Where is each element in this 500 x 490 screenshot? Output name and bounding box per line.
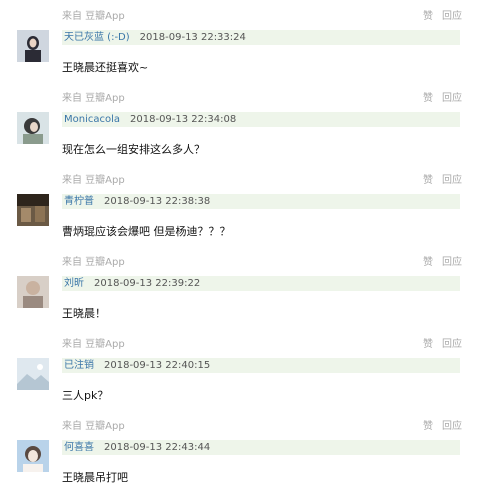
like-link[interactable]: 赞 [423,93,433,104]
like-link[interactable]: 赞 [423,11,433,22]
avatar[interactable] [17,112,49,144]
comment-header-bar: 已注销 2018-09-13 22:40:15 [62,358,460,373]
username-link[interactable]: 青柠普 [64,196,94,207]
comment-header-bar: 青柠普 2018-09-13 22:38:38 [62,194,460,209]
comment-timestamp: 2018-09-13 22:38:38 [104,196,211,207]
avatar-image [17,30,49,62]
comment-actions: 赞回应 [423,420,471,434]
avatar[interactable] [17,30,49,62]
comment-text: 三人pk？ [62,389,109,402]
comment-source: 来自 豆瓣App [62,93,125,104]
comment-header-bar: 何喜喜 2018-09-13 22:43:44 [62,440,460,455]
comment-text: 王晓晨吊打吧 [62,471,128,484]
comment-source: 来自 豆瓣App [62,421,125,432]
comment-source: 来自 豆瓣App [62,11,125,22]
reply-link[interactable]: 回应 [442,339,462,350]
comment-header-bar: 刘昕 2018-09-13 22:39:22 [62,276,460,291]
like-link[interactable]: 赞 [423,257,433,268]
avatar[interactable] [17,276,49,308]
avatar-image [17,194,49,226]
reply-link[interactable]: 回应 [442,175,462,186]
comment-source: 来自 豆瓣App [62,339,125,350]
comment-text: 曹炳琨应该会爆吧 但是杨迪？？？ [62,225,231,238]
avatar[interactable] [17,358,49,390]
avatar-image [17,276,49,308]
comment-timestamp: 2018-09-13 22:34:08 [130,114,237,125]
comment-text: 王晓晨！ [62,307,106,320]
comment-text: 现在怎么一组安排这么多人？ [62,143,205,156]
avatar-image [17,358,49,390]
comment-timestamp: 2018-09-13 22:40:15 [104,360,211,371]
comment-text: 王晓晨还挺喜欢~ [62,61,149,74]
comment-actions: 赞回应 [423,174,471,188]
avatar-image [17,440,49,472]
comment-actions: 赞回应 [423,338,471,352]
comment-actions: 赞回应 [423,92,471,106]
comment-source: 来自 豆瓣App [62,257,125,268]
username-link[interactable]: Monicacola [64,114,120,125]
avatar-image [17,112,49,144]
reply-link[interactable]: 回应 [442,93,462,104]
like-link[interactable]: 赞 [423,421,433,432]
username-link[interactable]: 已注销 [64,360,94,371]
comment-header-bar: Monicacola 2018-09-13 22:34:08 [62,112,460,127]
comment-timestamp: 2018-09-13 22:43:44 [104,442,211,453]
like-link[interactable]: 赞 [423,175,433,186]
avatar[interactable] [17,194,49,226]
username-link[interactable]: 何喜喜 [64,442,94,453]
comment-actions: 赞回应 [423,256,471,270]
comment-source: 来自 豆瓣App [62,175,125,186]
reply-link[interactable]: 回应 [442,421,462,432]
comment-header-bar: 天已灰蓝 (:-D) 2018-09-13 22:33:24 [62,30,460,45]
reply-link[interactable]: 回应 [442,257,462,268]
reply-link[interactable]: 回应 [442,11,462,22]
comment-actions: 赞回应 [423,10,471,24]
comment-timestamp: 2018-09-13 22:39:22 [94,278,201,289]
avatar[interactable] [17,440,49,472]
username-link[interactable]: 刘昕 [64,278,84,289]
username-link[interactable]: 天已灰蓝 (:-D) [64,32,130,43]
comment-timestamp: 2018-09-13 22:33:24 [139,32,246,43]
like-link[interactable]: 赞 [423,339,433,350]
